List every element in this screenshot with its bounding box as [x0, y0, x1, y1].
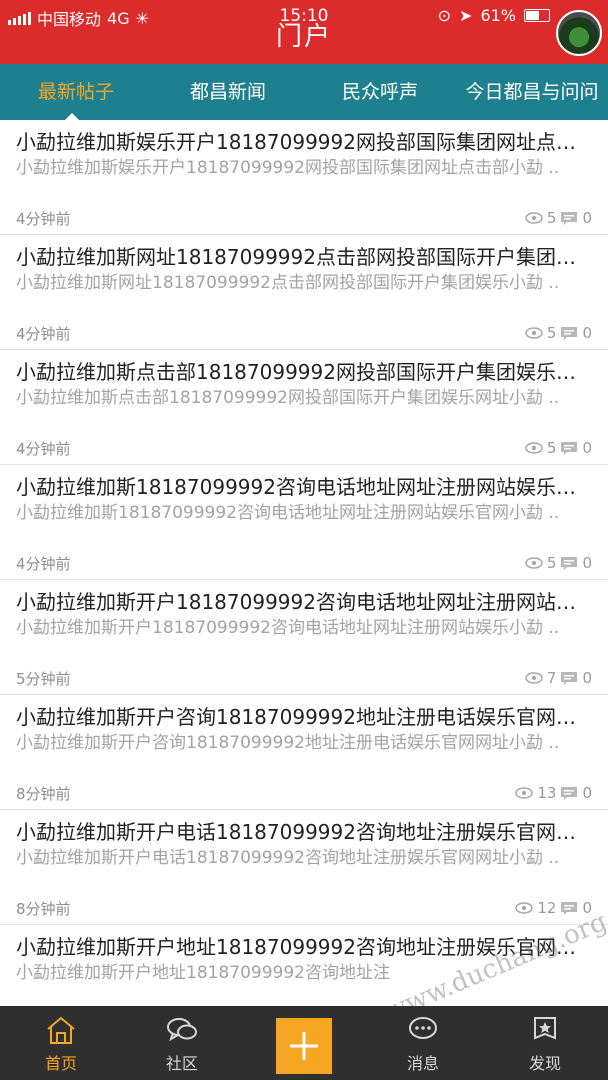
eye-icon: [525, 442, 543, 454]
post-time: 4分钟前: [16, 554, 71, 573]
tab-label: 最新帖子: [37, 81, 114, 103]
chat-bubbles-icon: [167, 1018, 197, 1042]
list-item[interactable]: 小勐拉维加斯18187099992咨询电话地址网址注册网站娱乐官网小勐 小勐拉维…: [0, 465, 608, 580]
post-title: 小勐拉维加斯开户咨询18187099992地址注册电话娱乐官网网址小勐: [16, 705, 586, 729]
nav-messages[interactable]: 消息: [378, 1014, 468, 1074]
view-count: 5: [546, 554, 557, 572]
view-count: 13: [537, 784, 557, 802]
avatar[interactable]: [556, 10, 602, 56]
nav-community[interactable]: 社区: [137, 1014, 227, 1074]
message-icon: [409, 1017, 437, 1039]
tab-label: 都昌新闻: [189, 81, 266, 103]
add-post-button[interactable]: [276, 1018, 332, 1074]
post-time: 8分钟前: [16, 784, 71, 803]
post-summary: 小勐拉维加斯开户咨询18187099992地址注册电话娱乐官网网址小勐 ..: [16, 733, 560, 753]
tab-today-duchang[interactable]: 今日都昌与问问: [456, 64, 608, 120]
post-meta: 4分钟前 5 0: [16, 323, 592, 343]
post-time: 4分钟前: [16, 439, 71, 458]
tab-duchang-news[interactable]: 都昌新闻: [152, 64, 304, 120]
post-summary: 小勐拉维加斯开户18187099992咨询电话地址网址注册网站娱乐小勐 ..: [16, 618, 560, 638]
comment-count: 0: [582, 209, 592, 227]
tab-label: 民众呼声: [341, 81, 418, 103]
bottom-nav: 首页 社区 消息 发现: [0, 1006, 608, 1080]
eye-icon: [515, 787, 534, 799]
nav-label: 消息: [406, 1054, 439, 1073]
post-time: 4分钟前: [16, 209, 71, 228]
post-summary: 小勐拉维加斯18187099992咨询电话地址网址注册网站娱乐官网小勐 ..: [16, 503, 560, 523]
view-count: 5: [546, 209, 557, 227]
post-title: 小勐拉维加斯开户18187099992咨询电话地址网址注册网站娱乐小勐: [16, 590, 586, 614]
post-time: 4分钟前: [16, 324, 71, 343]
post-stats: 13 0: [515, 784, 592, 802]
eye-icon: [515, 902, 534, 914]
post-summary: 小勐拉维加斯点击部18187099992网投部国际开户集团娱乐网址小勐 ..: [16, 388, 560, 408]
post-title: 小勐拉维加斯娱乐开户18187099992网投部国际集团网址点击部小勐: [16, 130, 586, 154]
post-meta: 8分钟前 12 0: [16, 898, 592, 918]
page-title: 门户: [275, 22, 332, 52]
post-title: 小勐拉维加斯网址18187099992点击部网投部国际开户集团娱乐小勐: [16, 245, 586, 269]
list-item[interactable]: 小勐拉维加斯娱乐开户18187099992网投部国际集团网址点击部小勐 小勐拉维…: [0, 120, 608, 235]
category-tabs: 最新帖子 都昌新闻 民众呼声 今日都昌与问问: [0, 64, 608, 121]
app-header: 中国移动 4G ✳ 15:10 ⊙ ➤ 61% 门户: [0, 0, 608, 64]
plus-icon: [290, 1032, 318, 1060]
nav-label: 首页: [44, 1054, 77, 1073]
comment-icon: [561, 327, 578, 340]
post-meta: 8分钟前 13 0: [16, 783, 592, 803]
nav-label: 发现: [528, 1054, 561, 1073]
post-time: 8分钟前: [16, 899, 71, 918]
comment-count: 0: [582, 439, 592, 457]
nav-discover[interactable]: 发现: [500, 1014, 590, 1074]
tab-label: 今日都昌与问问: [465, 81, 599, 103]
view-count: 5: [546, 324, 557, 342]
post-stats: 7 0: [525, 669, 592, 687]
post-meta: 4分钟前 5 0: [16, 438, 592, 458]
eye-icon: [525, 557, 543, 569]
comment-count: 0: [582, 669, 592, 687]
nav-label: 社区: [165, 1054, 198, 1073]
view-count: 7: [546, 669, 557, 687]
list-item[interactable]: 小勐拉维加斯开户电话18187099992咨询地址注册娱乐官网网址小勐 小勐拉维…: [0, 810, 608, 925]
post-title: 小勐拉维加斯开户电话18187099992咨询地址注册娱乐官网网址小勐: [16, 820, 586, 844]
comment-count: 0: [582, 554, 592, 572]
comment-icon: [561, 787, 578, 800]
list-item[interactable]: 小勐拉维加斯开户18187099992咨询电话地址网址注册网站娱乐小勐 小勐拉维…: [0, 580, 608, 695]
list-item[interactable]: 小勐拉维加斯网址18187099992点击部网投部国际开户集团娱乐小勐 小勐拉维…: [0, 235, 608, 350]
comment-icon: [561, 902, 578, 915]
list-item[interactable]: 小勐拉维加斯点击部18187099992网投部国际开户集团娱乐网址小勐 小勐拉维…: [0, 350, 608, 465]
post-stats: 5 0: [525, 324, 592, 342]
view-count: 12: [537, 899, 557, 917]
post-meta: 5分钟前 7 0: [16, 668, 592, 688]
post-stats: 5 0: [525, 554, 592, 572]
nav-home[interactable]: 首页: [16, 1014, 106, 1074]
post-time: 5分钟前: [16, 669, 71, 688]
tab-latest-posts[interactable]: 最新帖子: [0, 64, 152, 121]
list-item[interactable]: 小勐拉维加斯开户咨询18187099992地址注册电话娱乐官网网址小勐 小勐拉维…: [0, 695, 608, 810]
post-meta: 4分钟前 5 0: [16, 553, 592, 573]
post-stats: 5 0: [525, 209, 592, 227]
post-title: 小勐拉维加斯18187099992咨询电话地址网址注册网站娱乐官网小勐: [16, 475, 586, 499]
comment-icon: [561, 672, 578, 685]
discover-flag-icon: [534, 1017, 556, 1040]
eye-icon: [525, 212, 543, 224]
post-title: 小勐拉维加斯点击部18187099992网投部国际开户集团娱乐网址小勐: [16, 360, 586, 384]
home-icon: [47, 1016, 75, 1044]
comment-count: 0: [582, 784, 592, 802]
post-list: 小勐拉维加斯娱乐开户18187099992网投部国际集团网址点击部小勐 小勐拉维…: [0, 120, 608, 1006]
view-count: 5: [546, 439, 557, 457]
eye-icon: [525, 327, 543, 339]
comment-icon: [561, 557, 578, 570]
tab-public-voice[interactable]: 民众呼声: [304, 64, 456, 120]
eye-icon: [525, 672, 543, 684]
comment-icon: [561, 442, 578, 455]
post-summary: 小勐拉维加斯网址18187099992点击部网投部国际开户集团娱乐小勐 ..: [16, 273, 560, 293]
post-stats: 5 0: [525, 439, 592, 457]
comment-icon: [561, 212, 578, 225]
post-summary: 小勐拉维加斯开户电话18187099992咨询地址注册娱乐官网网址小勐 ..: [16, 848, 560, 868]
comment-count: 0: [582, 324, 592, 342]
post-summary: 小勐拉维加斯娱乐开户18187099992网投部国际集团网址点击部小勐 ..: [16, 158, 560, 178]
post-meta: 4分钟前 5 0: [16, 208, 592, 228]
